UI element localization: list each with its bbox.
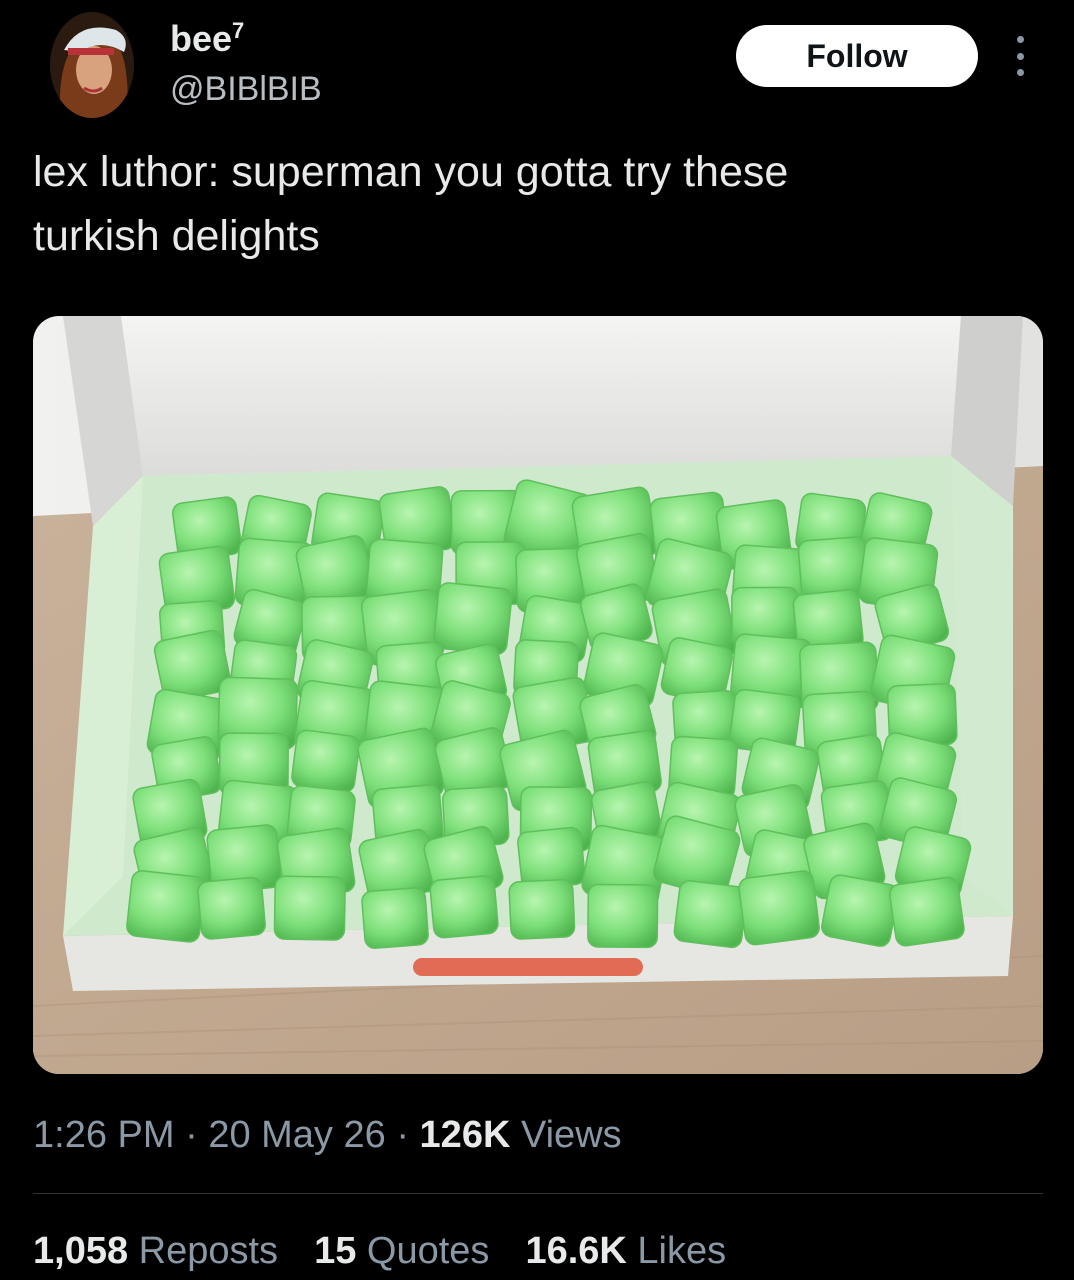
quotes-label: Quotes xyxy=(366,1230,490,1272)
turkish-delight-photo xyxy=(33,316,1043,1074)
candy-cube xyxy=(821,874,900,947)
reposts-stat[interactable]: 1,058 Reposts xyxy=(33,1230,278,1273)
user-handle[interactable]: @BIBlBIB xyxy=(170,70,322,109)
quotes-count: 15 xyxy=(314,1230,357,1272)
candy-cube xyxy=(673,879,748,949)
candy-cubes xyxy=(126,479,972,949)
candy-cube xyxy=(587,883,659,949)
tweet-date[interactable]: 20 May 26 xyxy=(208,1114,385,1156)
more-options-icon[interactable] xyxy=(1008,36,1032,76)
candy-cube xyxy=(433,582,513,655)
likes-count: 16.6K xyxy=(525,1230,627,1272)
follow-button[interactable]: Follow xyxy=(736,25,978,87)
reposts-label: Reposts xyxy=(138,1230,279,1272)
candy-cube xyxy=(126,870,206,943)
likes-label: Likes xyxy=(637,1230,727,1272)
candy-cube xyxy=(273,875,346,941)
display-name[interactable]: bee7 xyxy=(170,18,244,60)
likes-stat[interactable]: 16.6K Likes xyxy=(525,1230,726,1273)
display-name-text: bee xyxy=(170,18,233,59)
divider xyxy=(33,1193,1043,1194)
candy-cube xyxy=(738,870,820,946)
avatar[interactable] xyxy=(50,12,134,118)
candy-cube xyxy=(889,876,965,947)
display-name-superscript: 7 xyxy=(232,18,245,43)
tweet-text: lex luthor: superman you gotta try these… xyxy=(33,148,789,260)
candy-cube xyxy=(197,876,266,940)
candy-cube xyxy=(291,729,360,793)
views-label: Views xyxy=(520,1114,622,1156)
reposts-count: 1,058 xyxy=(33,1230,129,1272)
tweet-meta: 1:26 PM · 20 May 26 · 126K Views xyxy=(33,1114,622,1156)
candy-cube xyxy=(508,879,576,940)
engagement-stats: 1,058 Reposts 15 Quotes 16.6K Likes xyxy=(33,1230,726,1273)
tweet-time[interactable]: 1:26 PM xyxy=(33,1114,175,1156)
avatar-illustration xyxy=(50,12,134,118)
quotes-stat[interactable]: 15 Quotes xyxy=(314,1230,489,1273)
views-count: 126K xyxy=(419,1114,511,1156)
candy-cube xyxy=(361,887,429,949)
tweet-image[interactable] xyxy=(33,316,1043,1074)
candy-cube xyxy=(429,875,499,939)
